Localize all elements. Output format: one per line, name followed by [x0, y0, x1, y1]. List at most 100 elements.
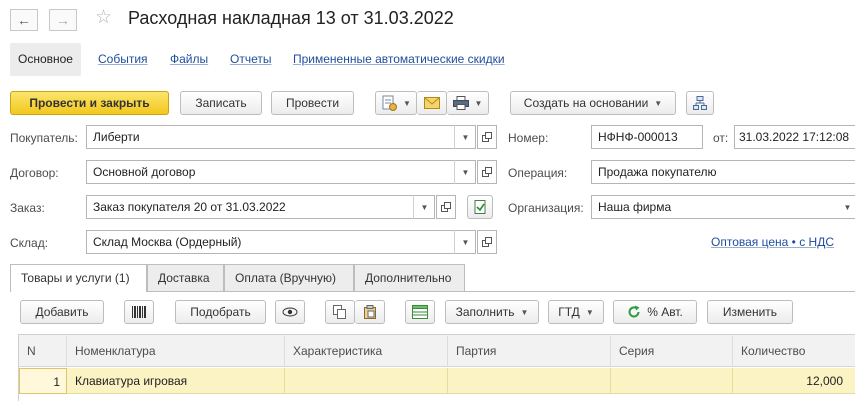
fill-by-order-button[interactable]	[467, 195, 493, 219]
chevron-down-icon: ▼	[403, 98, 411, 108]
order-label: Заказ:	[10, 201, 45, 215]
order-dropdown-button[interactable]: ▼	[413, 195, 435, 219]
number-label: Номер:	[508, 131, 549, 145]
email-button[interactable]	[417, 91, 447, 115]
refresh-icon	[628, 305, 640, 318]
create-based-on-label: Создать на основании	[523, 96, 649, 110]
chevron-down-icon: ▼	[461, 237, 470, 247]
printer-icon	[452, 96, 469, 110]
date-label: от:	[713, 131, 729, 145]
fill-document-icon	[474, 200, 486, 214]
auto-discount-label: % Авт.	[647, 305, 683, 319]
chevron-down-icon: ▼	[520, 307, 529, 317]
row-characteristic-cell[interactable]	[285, 368, 448, 394]
table-green-icon	[412, 305, 428, 319]
open-link-icon	[482, 237, 492, 247]
organization-label: Организация:	[508, 201, 584, 215]
add-button[interactable]: Добавить	[20, 300, 104, 324]
operation-input[interactable]: Продажа покупателю	[591, 160, 855, 184]
column-header-characteristic[interactable]: Характеристика	[285, 336, 448, 366]
view-button[interactable]	[275, 300, 305, 324]
copy-button[interactable]	[325, 300, 355, 324]
organization-dropdown-button[interactable]: ▼	[840, 195, 855, 219]
chevron-down-icon: ▼	[654, 98, 663, 108]
nav-tab-files[interactable]: Файлы	[170, 43, 208, 76]
number-input[interactable]: НФНФ-000013	[591, 125, 703, 149]
eye-icon	[282, 307, 298, 317]
paste-icon	[363, 305, 376, 319]
row-quantity-cell[interactable]: 12,000	[733, 368, 855, 394]
change-button[interactable]: Изменить	[707, 300, 793, 324]
column-header-quantity[interactable]: Количество	[733, 336, 855, 366]
hierarchy-icon	[693, 96, 707, 110]
back-button[interactable]: ←	[10, 9, 38, 31]
post-and-close-button[interactable]: Провести и закрыть	[10, 91, 169, 115]
chevron-down-icon: ▼	[420, 202, 429, 212]
auto-discount-button[interactable]: % Авт.	[613, 300, 697, 324]
chevron-down-icon: ▼	[461, 167, 470, 177]
contract-open-button[interactable]	[477, 160, 497, 184]
pick-button[interactable]: Подобрать	[175, 300, 266, 324]
write-button[interactable]: Записать	[180, 91, 262, 115]
row-number-cell[interactable]: 1	[19, 368, 67, 394]
tab-additional[interactable]: Дополнительно	[354, 264, 465, 292]
fill-button[interactable]: Заполнить ▼	[445, 300, 539, 324]
nav-tab-auto-discounts[interactable]: Примененные автоматические скидки	[293, 43, 505, 76]
row-item-cell[interactable]: Клавиатура игровая	[67, 368, 285, 394]
column-header-item[interactable]: Номенклатура	[67, 336, 285, 366]
chevron-down-icon: ▼	[474, 98, 483, 108]
paste-button[interactable]	[355, 300, 385, 324]
fill-label: Заполнить	[455, 305, 515, 319]
envelope-icon	[423, 97, 440, 109]
contract-input[interactable]: Основной договор	[86, 160, 476, 184]
create-document-button[interactable]: ▼	[375, 91, 417, 115]
arrow-right-icon: →	[56, 12, 70, 28]
chevron-down-icon: ▼	[843, 202, 852, 212]
gtd-button[interactable]: ГТД ▼	[548, 300, 604, 324]
forward-button[interactable]: →	[49, 9, 77, 31]
organization-input[interactable]: Наша фирма	[591, 195, 855, 219]
open-link-icon	[482, 167, 492, 177]
date-input[interactable]: 31.03.2022 17:12:08	[734, 125, 855, 149]
chevron-down-icon: ▼	[461, 132, 470, 142]
price-type-link[interactable]: Оптовая цена • с НДС	[711, 235, 834, 249]
structure-button[interactable]	[686, 91, 714, 115]
post-button[interactable]: Провести	[271, 91, 354, 115]
column-header-series[interactable]: Серия	[611, 336, 733, 366]
order-open-button[interactable]	[436, 195, 456, 219]
buyer-open-button[interactable]	[477, 125, 497, 149]
favorite-star-icon[interactable]: ☆	[95, 7, 112, 29]
contract-dropdown-button[interactable]: ▼	[454, 160, 476, 184]
buyer-input[interactable]: Либерти	[86, 125, 476, 149]
open-link-icon	[482, 132, 492, 142]
nav-tab-events[interactable]: События	[98, 43, 148, 76]
warehouse-dropdown-button[interactable]: ▼	[454, 230, 476, 254]
barcode-icon	[132, 306, 146, 318]
nav-tab-main[interactable]: Основное	[10, 43, 81, 76]
nav-tab-reports[interactable]: Отчеты	[230, 43, 271, 76]
table-settings-button[interactable]	[405, 300, 435, 324]
print-button[interactable]: ▼	[447, 91, 489, 115]
document-create-icon	[382, 95, 398, 111]
warehouse-open-button[interactable]	[477, 230, 497, 254]
barcode-button[interactable]	[124, 300, 154, 324]
gtd-label: ГТД	[558, 305, 580, 319]
operation-label: Операция:	[508, 166, 568, 180]
tab-delivery[interactable]: Доставка	[147, 264, 224, 292]
buyer-dropdown-button[interactable]: ▼	[454, 125, 476, 149]
row-batch-cell[interactable]	[448, 368, 611, 394]
column-header-batch[interactable]: Партия	[448, 336, 611, 366]
order-input[interactable]: Заказ покупателя 20 от 31.03.2022	[86, 195, 435, 219]
tab-goods[interactable]: Товары и услуги (1)	[10, 264, 147, 292]
buyer-label: Покупатель:	[10, 131, 78, 145]
contract-label: Договор:	[10, 166, 59, 180]
warehouse-input[interactable]: Склад Москва (Ордерный)	[86, 230, 476, 254]
row-series-cell[interactable]	[611, 368, 733, 394]
arrow-left-icon: ←	[17, 12, 31, 28]
page-title: Расходная накладная 13 от 31.03.2022	[128, 8, 454, 28]
column-header-n[interactable]: N	[19, 336, 67, 366]
open-link-icon	[441, 202, 451, 212]
tab-payment[interactable]: Оплата (Вручную)	[224, 264, 354, 292]
create-based-on-button[interactable]: Создать на основании ▼	[510, 91, 676, 115]
warehouse-label: Склад:	[10, 236, 49, 250]
